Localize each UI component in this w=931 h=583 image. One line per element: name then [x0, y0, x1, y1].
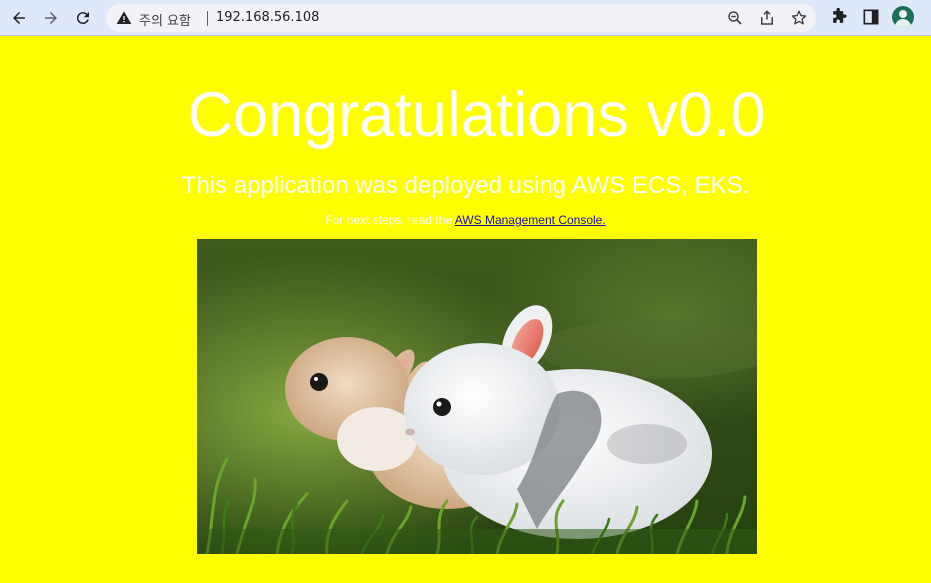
- zoom-icon[interactable]: [726, 9, 744, 27]
- aws-console-link[interactable]: AWS Management Console.: [455, 213, 606, 227]
- forward-icon: [45, 12, 57, 24]
- next-steps-text: For next steps, read the: [325, 213, 455, 227]
- back-icon: [13, 12, 25, 24]
- page-subtitle: This application was deployed using AWS …: [181, 172, 750, 199]
- back-button[interactable]: [5, 4, 33, 32]
- warning-icon[interactable]: [116, 10, 132, 26]
- reload-icon: [76, 12, 89, 25]
- address-bar[interactable]: 주의 요함 192.168.56.108: [106, 4, 816, 32]
- next-steps-note: For next steps, read the AWS Management …: [0, 212, 931, 228]
- browser-toolbar: 주의 요함 192.168.56.108: [0, 0, 931, 36]
- page-title: Congratulations v0.0: [187, 80, 766, 150]
- address-separator: [207, 11, 208, 26]
- security-warning-label[interactable]: 주의 요함: [139, 10, 191, 29]
- reload-button[interactable]: [69, 4, 97, 32]
- profile-avatar[interactable]: [892, 6, 914, 28]
- bookmark-star-icon[interactable]: [790, 9, 808, 27]
- forward-button[interactable]: [37, 4, 65, 32]
- rabbits-photo: [197, 239, 757, 554]
- page-content: Congratulations v0.0 This application wa…: [0, 36, 931, 583]
- share-icon[interactable]: [758, 9, 776, 27]
- extensions-icon[interactable]: [829, 7, 849, 27]
- side-panel-icon[interactable]: [861, 7, 881, 27]
- url-text[interactable]: 192.168.56.108: [216, 10, 319, 25]
